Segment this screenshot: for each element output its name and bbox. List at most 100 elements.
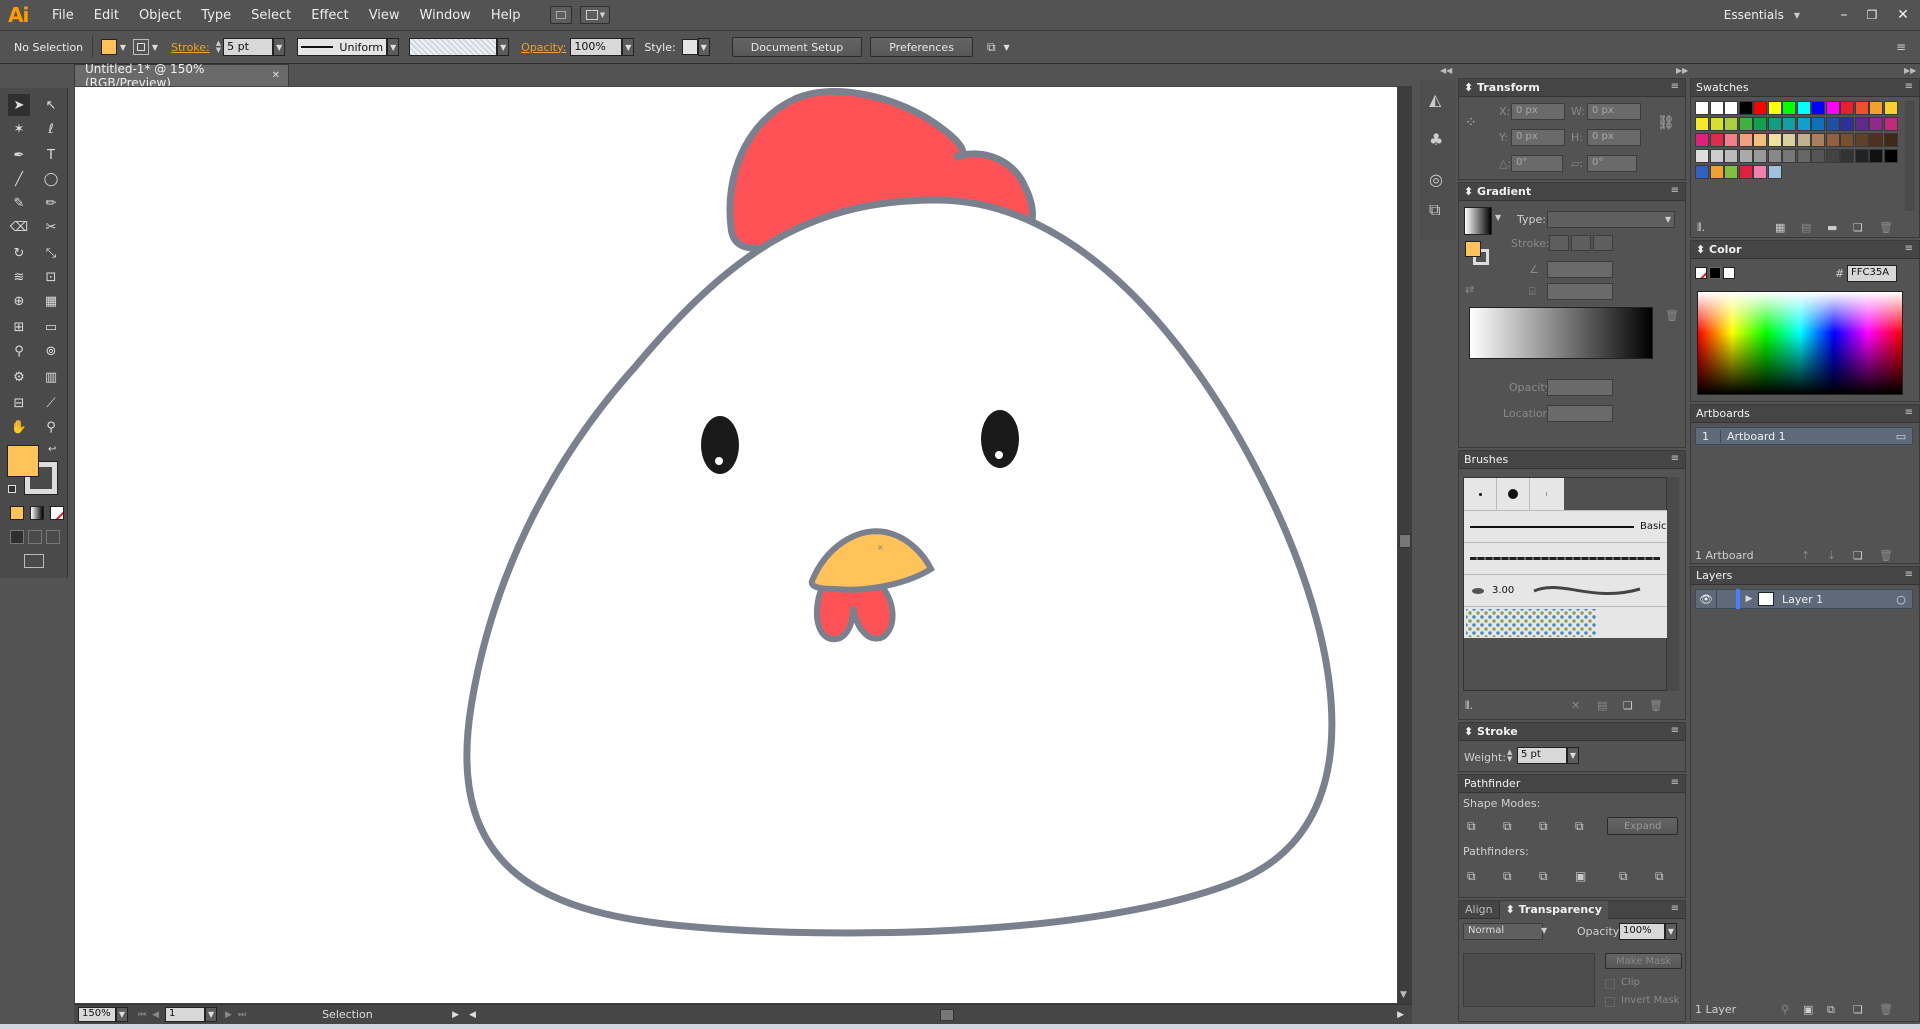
swatch[interactable] [1854, 133, 1869, 147]
close-icon[interactable]: ✕ [1886, 7, 1920, 23]
gradient-mode-icon[interactable] [30, 506, 44, 520]
type-tool-icon[interactable]: T [40, 144, 62, 166]
swatch[interactable] [1796, 101, 1811, 115]
artboard-options-icon[interactable]: ▭ [1890, 430, 1912, 443]
panel-menu-icon[interactable]: ≡ [1671, 453, 1679, 464]
new-brush-icon[interactable]: ❏ [1623, 699, 1633, 712]
chevron-down-icon[interactable]: ▼ [1541, 926, 1547, 935]
merge-icon[interactable]: ⧉ [1539, 869, 1548, 884]
scroll-down-icon[interactable]: ▼ [1400, 990, 1407, 1000]
swatch[interactable] [1854, 117, 1869, 131]
minimize-icon[interactable]: – [1830, 7, 1858, 23]
left-eye[interactable] [701, 416, 739, 474]
scroll-right-icon[interactable]: ▶ [1397, 1010, 1404, 1020]
artboard-row[interactable]: 1 Artboard 1 ▭ [1695, 427, 1913, 445]
swatch[interactable] [1738, 117, 1753, 131]
new-artboard-icon[interactable]: ❏ [1853, 549, 1863, 562]
brush-dot-tiny[interactable] [1530, 478, 1563, 510]
reference-point-icon[interactable]: ⁘ [1465, 115, 1477, 131]
swatch[interactable] [1811, 149, 1825, 163]
intersect-icon[interactable]: ⧉ [1539, 819, 1548, 834]
panel-menu-icon[interactable]: ≡ [1671, 81, 1679, 92]
variable-width-profile[interactable]: Uniform [297, 38, 388, 56]
swatch[interactable] [1724, 149, 1738, 163]
stepper-icon[interactable]: ▲ ▼ [216, 40, 221, 54]
swatch[interactable] [1840, 101, 1854, 115]
stroke-panel-header[interactable]: ⬍ Stroke ≡ [1459, 723, 1685, 741]
panel-menu-icon[interactable]: ≡ [1671, 777, 1679, 788]
shape-builder-tool-icon[interactable]: ⊕ [8, 290, 30, 312]
swatch-grid[interactable] [1695, 101, 1901, 211]
right-eye[interactable] [981, 410, 1019, 468]
gradient-opacity-input[interactable] [1547, 379, 1613, 396]
swatch[interactable] [1782, 133, 1796, 147]
stroke-gradient-across-button[interactable] [1593, 235, 1613, 251]
scroll-thumb[interactable] [939, 1008, 954, 1021]
line-tool-icon[interactable]: ╱ [8, 168, 30, 190]
stroke-swatch[interactable] [133, 39, 149, 55]
make-mask-button[interactable]: Make Mask [1605, 953, 1683, 969]
swatch[interactable] [1724, 165, 1738, 179]
mesh-tool-icon[interactable]: ⊞ [8, 316, 30, 338]
swatch[interactable] [1883, 101, 1898, 115]
delete-brush-icon[interactable]: 🗑 [1649, 699, 1663, 712]
color-mode-icon[interactable] [10, 506, 24, 520]
swatch[interactable] [1883, 133, 1898, 147]
constrain-proportions-icon[interactable]: ⛓ [1657, 115, 1675, 131]
status-menu-icon[interactable]: ▶ [452, 1010, 459, 1020]
object-thumbnail[interactable] [1463, 953, 1595, 1007]
menu-select[interactable]: Select [241, 8, 301, 23]
stroke-label[interactable]: Stroke: [171, 41, 210, 54]
artboard-next-icons[interactable]: ▶⏭ [225, 1010, 252, 1020]
layers-panel-header[interactable]: Layers ≡ [1691, 567, 1919, 585]
chevron-down-icon[interactable]: ▼ [1567, 747, 1579, 764]
restore-icon[interactable]: ❐ [1858, 8, 1886, 22]
color-spectrum[interactable] [1697, 291, 1903, 395]
menu-effect[interactable]: Effect [301, 8, 358, 23]
swatch-libraries-icon[interactable]: ⫴. [1697, 221, 1705, 235]
screen-mode-icon[interactable] [24, 554, 44, 568]
chevron-down-icon[interactable]: ▼ [1665, 923, 1677, 940]
chevron-down-icon[interactable]: ▼ [1665, 215, 1671, 224]
document-setup-button[interactable]: Document Setup [731, 37, 863, 57]
new-swatch-icon[interactable]: ❏ [1853, 221, 1863, 234]
expand-button[interactable]: Expand [1607, 817, 1679, 835]
stroke-panel-weight-input[interactable]: 5 pt [1517, 747, 1567, 764]
horizontal-scrollbar[interactable] [482, 1008, 1391, 1021]
swatch[interactable] [1767, 133, 1782, 147]
minus-front-icon[interactable]: ⧉ [1503, 819, 1512, 834]
swatch[interactable] [1796, 117, 1811, 131]
gradient-preview-swatch[interactable] [1464, 207, 1492, 235]
fill-indicator[interactable] [1465, 241, 1481, 257]
magic-wand-tool-icon[interactable]: ✶ [8, 118, 30, 140]
workspace-switcher[interactable]: Essentials [1714, 8, 1794, 22]
brushes-panel-header[interactable]: Brushes ≡ [1459, 451, 1685, 469]
panel-menu-icon[interactable]: ≡ [1905, 81, 1913, 92]
clip-checkbox[interactable] [1605, 979, 1615, 989]
swatch-scrollbar[interactable] [1905, 101, 1915, 211]
black-color-icon[interactable] [1709, 267, 1721, 279]
hand-tool-icon[interactable]: ✋ [8, 416, 30, 438]
chevron-down-icon[interactable]: ▼ [1495, 213, 1501, 222]
swatch[interactable] [1753, 165, 1767, 179]
tab-transparency[interactable]: ⬍ Transparency [1499, 900, 1608, 919]
navigator-icon[interactable]: ◭ [1429, 90, 1441, 109]
paintbrush-tool-icon[interactable]: ✎ [8, 192, 30, 214]
brush-options-icon[interactable]: ▤ [1597, 699, 1607, 712]
panel-menu-icon[interactable]: ≡ [1905, 243, 1913, 254]
swatch[interactable] [1724, 101, 1738, 115]
swatch[interactable] [1796, 133, 1811, 147]
locate-object-icon[interactable]: ⚲ [1781, 1003, 1789, 1016]
minus-back-icon[interactable]: ⧉ [1655, 869, 1664, 884]
swatch[interactable] [1767, 117, 1782, 131]
delete-artboard-icon[interactable]: 🗑 [1879, 549, 1893, 562]
zoom-level-input[interactable]: 150% [78, 1007, 116, 1022]
swatch[interactable] [1695, 101, 1709, 115]
eyedropper-tool-icon[interactable]: ⚲ [8, 340, 30, 362]
layer-row[interactable]: 👁 ▶ Layer 1 ○ [1695, 589, 1913, 609]
delete-layer-icon[interactable]: 🗑 [1879, 1003, 1893, 1016]
exclude-icon[interactable]: ⧉ [1575, 819, 1584, 834]
transform-panel-header[interactable]: ⬍ Transform ≡ [1459, 79, 1685, 97]
color-panel-header[interactable]: ⬍ Color ≡ [1691, 241, 1919, 259]
graphic-style-swatch[interactable] [681, 39, 698, 55]
